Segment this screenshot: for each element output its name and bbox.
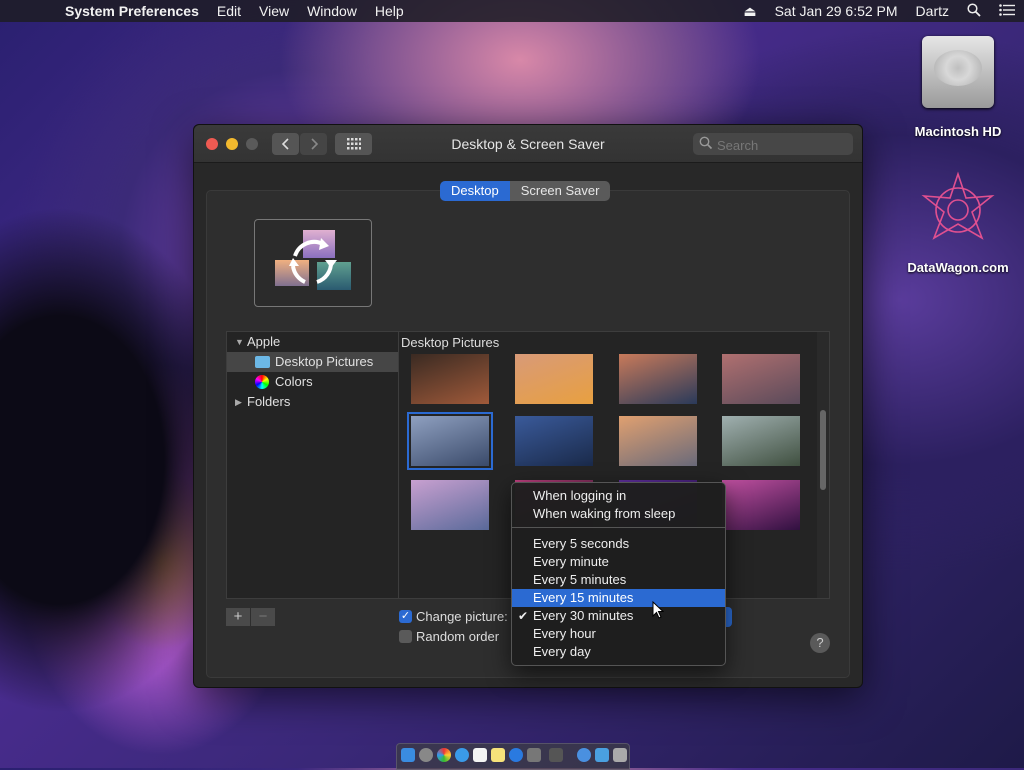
source-list: ▼ Apple Desktop Pictures Colors ▶ Folder… [226,331,400,599]
search-icon [699,136,713,150]
menu-item-day[interactable]: Every day [512,643,725,661]
interval-popup-button[interactable] [726,607,732,627]
menu-item-15-minutes[interactable]: Every 15 minutes [512,589,725,607]
notes-icon[interactable] [491,748,505,762]
random-order-checkbox[interactable] [399,630,412,643]
menu-item-5-minutes[interactable]: Every 5 minutes [512,571,725,589]
source-group-folders[interactable]: ▶ Folders [227,392,399,412]
tab-bar: Desktop Screen Saver [440,181,611,201]
datawagon-icon[interactable] [918,170,998,250]
finder-icon[interactable] [401,748,415,762]
menu-window[interactable]: Window [298,3,366,19]
wallpaper-thumbnail[interactable] [411,480,489,530]
spotlight-icon[interactable] [958,2,990,20]
user-menu[interactable]: Dartz [907,3,958,19]
folder-icon [255,356,270,368]
desktop-preview [254,219,372,307]
random-order-label: Random order [416,629,500,644]
mouse-cursor-icon [652,601,664,619]
menu-item-5-seconds[interactable]: Every 5 seconds [512,535,725,553]
change-picture-checkbox[interactable]: ✓ [399,610,412,623]
launchpad-icon[interactable] [419,748,433,762]
menu-item-waking[interactable]: When waking from sleep [512,505,725,523]
menu-item-30-minutes[interactable]: ✔ Every 30 minutes [512,607,725,625]
wallpaper-thumbnail[interactable] [411,354,489,404]
wallpaper-thumbnail[interactable] [619,416,697,466]
app-menu[interactable]: System Preferences [56,3,208,19]
remove-folder-button[interactable]: − [251,608,275,626]
grid-scrollbar[interactable] [817,332,829,598]
safari-icon[interactable] [455,748,469,762]
trash-icon[interactable] [613,748,627,762]
checkmark-icon: ✔ [518,609,529,623]
clock[interactable]: Sat Jan 29 6:52 PM [766,3,907,19]
source-item-desktop-pictures[interactable]: Desktop Pictures [227,352,399,372]
datawagon-label[interactable]: DataWagon.com [903,260,1013,275]
menu-item-logging-in[interactable]: When logging in [512,487,725,505]
title-bar: Desktop & Screen Saver [194,125,862,163]
rotate-pictures-icon [289,238,337,284]
search-field[interactable] [693,133,853,155]
menu-edit[interactable]: Edit [208,3,250,19]
appstore-dock-icon[interactable] [577,748,591,762]
macintosh-hd-label[interactable]: Macintosh HD [903,124,1013,139]
interval-menu: When logging in When waking from sleep E… [511,482,726,666]
disclosure-open-icon[interactable]: ▼ [235,332,244,352]
menu-help[interactable]: Help [366,3,413,19]
wallpaper-thumbnail[interactable] [722,480,800,530]
wallpaper-thumbnail[interactable] [515,416,593,466]
menu-view[interactable]: View [250,3,298,19]
tab-screen-saver[interactable]: Screen Saver [509,181,611,201]
notification-center-icon[interactable] [990,3,1024,19]
add-folder-button[interactable]: + [226,608,250,626]
wallpaper-thumbnail[interactable] [407,412,493,470]
source-group-apple[interactable]: ▼ Apple [227,332,399,352]
menu-item-minute[interactable]: Every minute [512,553,725,571]
disclosure-closed-icon[interactable]: ▶ [235,392,242,412]
app-icon[interactable] [549,748,563,762]
grid-header: Desktop Pictures [401,335,500,350]
menu-separator [512,527,725,528]
tab-desktop[interactable]: Desktop [440,181,510,201]
help-button[interactable]: ? [810,633,830,653]
change-picture-label: Change picture: [416,609,508,624]
wallpaper-thumbnail[interactable] [515,354,593,404]
hard-drive-icon[interactable] [922,36,994,108]
chrome-icon[interactable] [437,748,451,762]
app-store-icon[interactable] [509,748,523,762]
menu-item-hour[interactable]: Every hour [512,625,725,643]
source-item-colors[interactable]: Colors [227,372,399,392]
system-preferences-icon[interactable] [527,748,541,762]
eject-icon[interactable]: ⏏ [734,3,765,20]
calendar-icon[interactable] [473,748,487,762]
wallpaper-thumbnail[interactable] [722,416,800,466]
scroll-thumb[interactable] [820,410,826,490]
downloads-folder-icon[interactable] [595,748,609,762]
search-input[interactable] [715,135,849,155]
wallpaper-thumbnail[interactable] [619,354,697,404]
wallpaper-thumbnail[interactable] [722,354,800,404]
colors-icon [255,375,269,389]
dock [396,743,630,770]
add-remove-buttons: + − [226,608,275,626]
menu-bar: System Preferences Edit View Window Help… [0,0,1024,22]
